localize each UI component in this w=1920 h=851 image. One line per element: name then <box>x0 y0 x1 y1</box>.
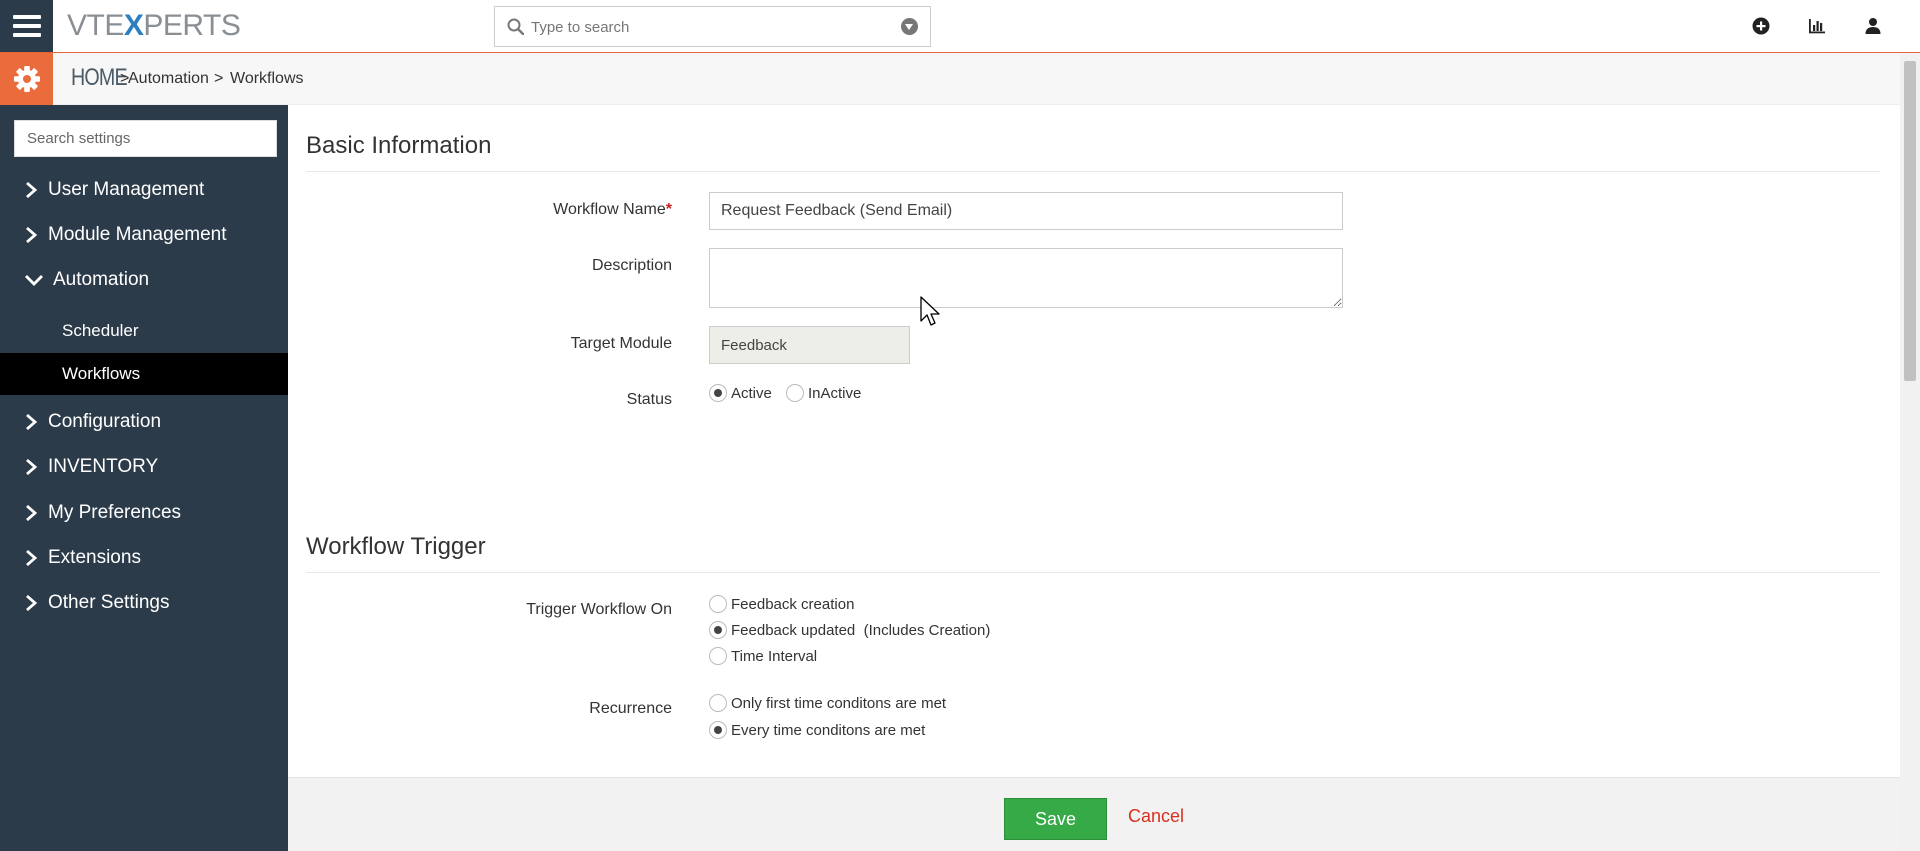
breadcrumb-workflows: Workflows <box>230 70 304 87</box>
add-icon[interactable] <box>1750 15 1772 37</box>
chevron-right-icon <box>26 595 38 611</box>
page-scrollbar[interactable] <box>1900 53 1920 851</box>
hamburger-menu-icon[interactable] <box>0 0 53 52</box>
sidebar-item-label: Extensions <box>48 547 141 568</box>
settings-search-input[interactable] <box>14 120 277 157</box>
radio-checked-icon[interactable] <box>709 384 727 402</box>
radio-unchecked-icon[interactable] <box>786 384 804 402</box>
target-module-label: Target Module <box>570 335 672 352</box>
recurrence-every-time-radio[interactable]: Every time conditons are met <box>709 721 925 739</box>
workflow-name-label: Workflow Name* <box>553 201 672 218</box>
sidebar-item-configuration[interactable]: Configuration <box>0 403 288 441</box>
workflow-editor: Basic Information Workflow Name* Descrip… <box>288 105 1900 851</box>
recurrence-first-time-radio[interactable]: Only first time conditons are met <box>709 694 946 712</box>
breadcrumb: HOME > Automation > Workflows <box>0 53 1900 105</box>
chevron-right-icon <box>26 459 38 475</box>
trigger-feedback-creation-radio[interactable]: Feedback creation <box>709 595 854 613</box>
settings-gear-icon[interactable] <box>0 53 53 105</box>
search-dropdown-icon[interactable] <box>901 18 918 35</box>
trigger-feedback-updated-radio[interactable]: Feedback updated (Includes Creation) <box>709 621 990 639</box>
sidebar-item-other-settings[interactable]: Other Settings <box>0 584 288 622</box>
sidebar-item-label: Automation <box>53 269 150 290</box>
sidebar-item-label: Other Settings <box>48 592 170 613</box>
radio-label: Time Interval <box>731 647 818 665</box>
search-input[interactable] <box>531 15 891 39</box>
breadcrumb-automation[interactable]: Automation <box>128 70 209 88</box>
sidebar-item-my-preferences[interactable]: My Preferences <box>0 494 288 532</box>
trigger-time-interval-radio[interactable]: Time Interval <box>709 647 817 665</box>
sidebar-item-module-management[interactable]: Module Management <box>0 216 288 254</box>
radio-unchecked-icon[interactable] <box>709 647 727 665</box>
trigger-workflow-on-label: Trigger Workflow On <box>526 601 672 618</box>
divider <box>306 572 1880 573</box>
radio-unchecked-icon[interactable] <box>709 694 727 712</box>
chevron-right-icon <box>26 182 38 198</box>
sidebar-subitem-label: Workflows <box>62 364 141 383</box>
sidebar-item-automation[interactable]: Automation <box>0 261 288 299</box>
required-mark: * <box>665 201 672 218</box>
chevron-right-icon <box>26 505 38 521</box>
status-inactive-radio[interactable]: InActive <box>786 384 861 402</box>
sidebar-item-user-management[interactable]: User Management <box>0 171 288 209</box>
radio-label: Active <box>731 384 772 402</box>
radio-label: Only first time conditons are met <box>731 694 947 712</box>
section-title-workflow-trigger: Workflow Trigger <box>306 533 486 560</box>
radio-label: Every time conditons are met <box>731 721 926 739</box>
radio-label: InActive <box>808 384 862 402</box>
description-label: Description <box>591 257 672 274</box>
breadcrumb-separator: > <box>214 70 224 87</box>
divider <box>306 171 1880 172</box>
sidebar-item-label: Module Management <box>48 224 227 245</box>
reports-chart-icon[interactable] <box>1806 15 1828 37</box>
save-button[interactable]: Save <box>1004 798 1107 840</box>
section-title-basic-information: Basic Information <box>306 132 492 159</box>
radio-unchecked-icon[interactable] <box>709 595 727 613</box>
form-footer: Save Cancel <box>288 777 1900 851</box>
recurrence-label: Recurrence <box>589 700 672 717</box>
sidebar-item-label: Configuration <box>48 411 162 432</box>
description-textarea[interactable] <box>709 248 1343 308</box>
scrollbar-thumb[interactable] <box>1904 61 1916 381</box>
sidebar-item-label: User Management <box>48 179 205 200</box>
logo[interactable]: VTEXPERTS <box>67 11 241 41</box>
breadcrumb-home[interactable]: HOME <box>71 64 128 92</box>
settings-sidebar: User Management Module Management Automa… <box>0 105 288 851</box>
status-label: Status <box>626 391 672 408</box>
radio-checked-icon[interactable] <box>709 621 727 639</box>
global-search <box>494 6 931 47</box>
sidebar-item-extensions[interactable]: Extensions <box>0 539 288 577</box>
sidebar-subitem-workflows[interactable]: Workflows <box>0 353 288 395</box>
status-active-radio[interactable]: Active <box>709 384 772 402</box>
chevron-right-icon <box>26 227 38 243</box>
sidebar-subitem-scheduler[interactable]: Scheduler <box>0 310 288 352</box>
sidebar-item-inventory[interactable]: INVENTORY <box>0 448 288 486</box>
top-bar: VTEXPERTS <box>0 0 1920 53</box>
sidebar-subitem-label: Scheduler <box>62 321 139 340</box>
chevron-right-icon <box>26 550 38 566</box>
target-module-value: Feedback <box>709 326 910 364</box>
radio-label: Feedback creation <box>731 595 855 613</box>
workflow-name-input[interactable] <box>709 192 1343 230</box>
sidebar-item-label: INVENTORY <box>48 456 159 477</box>
user-profile-icon[interactable] <box>1862 15 1884 37</box>
sidebar-item-label: My Preferences <box>48 502 182 523</box>
chevron-right-icon <box>26 414 38 430</box>
chevron-down-icon <box>25 275 43 286</box>
search-icon <box>507 18 524 35</box>
radio-label: Feedback updated (Includes Creation) <box>731 621 991 639</box>
cancel-link[interactable]: Cancel <box>1128 806 1184 827</box>
radio-checked-icon[interactable] <box>709 721 727 739</box>
